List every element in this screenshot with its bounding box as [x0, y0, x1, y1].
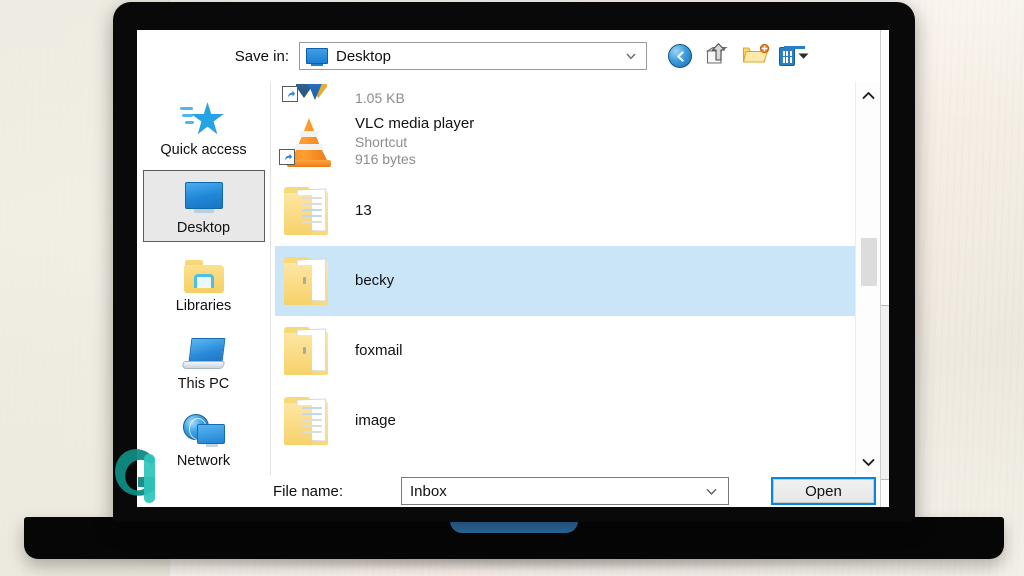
up-folder-arrow-icon	[705, 42, 731, 70]
list-item-text: VLC media player Shortcut 916 bytes	[355, 115, 474, 166]
list-item-text: becky	[355, 272, 394, 289]
dialog-toolbar: Save in: Desktop	[137, 30, 881, 82]
file-list-panel: 1.05 KB VLC media player Shortcut 916 by…	[270, 82, 881, 475]
watermark-logo	[110, 443, 166, 505]
list-item-size: 916 bytes	[355, 150, 416, 167]
list-item[interactable]: VLC media player Shortcut 916 bytes	[275, 106, 855, 176]
sidebar-item-label: This PC	[177, 375, 230, 392]
places-sidebar: Quick access Desktop Libraries This PC N…	[137, 82, 270, 475]
scroll-down-button[interactable]	[856, 449, 882, 475]
list-item-kind: Shortcut	[355, 133, 408, 150]
laptop-computer-icon	[179, 332, 228, 374]
globe-network-icon	[180, 409, 228, 451]
location-combobox[interactable]: Desktop	[299, 42, 647, 70]
location-combobox-value: Desktop	[336, 47, 392, 65]
screenshot-stage: Save in: Desktop Quick access Desktop Li…	[0, 0, 1024, 576]
back-arrow-icon	[668, 44, 692, 68]
file-name-input[interactable]: Inbox	[401, 477, 729, 505]
chevron-down-icon[interactable]	[625, 50, 637, 62]
open-button[interactable]: Open	[771, 477, 876, 505]
scrollbar-track[interactable]	[859, 108, 878, 449]
list-item[interactable]: becky	[275, 246, 855, 316]
dialog-body: Quick access Desktop Libraries This PC N…	[137, 82, 881, 475]
sidebar-item-quick-access[interactable]: Quick access	[143, 92, 265, 164]
list-item-name: 13	[355, 202, 372, 220]
sidebar-item-label: Libraries	[175, 297, 232, 314]
list-item-text: 1.05 KB	[355, 90, 405, 106]
file-list-scrollbar[interactable]	[855, 82, 881, 475]
laptop-drop-shadow	[34, 558, 994, 570]
views-button[interactable]	[779, 41, 809, 71]
caret-down-icon[interactable]	[798, 48, 809, 64]
file-list: 1.05 KB VLC media player Shortcut 916 by…	[271, 82, 855, 475]
folder-icon	[281, 395, 337, 447]
file-name-label: File name:	[273, 482, 344, 500]
list-item[interactable]: image	[275, 386, 855, 456]
views-grid-icon	[779, 46, 795, 66]
open-button-label: Open	[773, 479, 874, 503]
desktop-monitor-icon	[306, 48, 328, 66]
chevron-down-icon	[862, 458, 875, 466]
sidebar-item-label: Desktop	[176, 219, 231, 236]
sidebar-item-label: Network	[176, 453, 231, 470]
shortcut-arrow-icon	[282, 86, 298, 102]
vlc-cone-icon	[279, 115, 337, 167]
sidebar-item-libraries[interactable]: Libraries	[143, 248, 265, 320]
save-in-label: Save in:	[234, 47, 289, 65]
scrollbar-thumb[interactable]	[861, 238, 877, 286]
chevron-down-icon[interactable]	[705, 485, 717, 497]
list-item-text: foxmail	[355, 342, 403, 359]
yellow-folder-library-icon	[181, 254, 227, 296]
folder-icon	[281, 255, 337, 307]
list-item-name: VLC media player	[355, 115, 475, 133]
up-one-level-button[interactable]	[703, 41, 733, 71]
list-item-name: foxmail	[355, 342, 403, 360]
new-folder-icon	[742, 43, 770, 69]
list-item-name: becky	[355, 272, 395, 290]
list-item[interactable]: foxmail	[275, 316, 855, 386]
sidebar-item-this-pc[interactable]: This PC	[143, 325, 265, 397]
dialog-footer: File name: Inbox Open	[137, 475, 881, 507]
blue-star-icon	[179, 98, 228, 140]
list-item-text: 13	[355, 202, 372, 219]
list-item[interactable]: 13	[275, 176, 855, 246]
list-item-size: 1.05 KB	[355, 89, 405, 106]
shortcut-arrow-icon	[279, 149, 295, 165]
scroll-up-button[interactable]	[856, 82, 882, 108]
toolbar-button-group	[665, 41, 809, 71]
new-folder-button[interactable]	[741, 41, 771, 71]
desktop-monitor-icon	[181, 176, 227, 218]
laptop-base	[24, 514, 1004, 559]
window-scrollbar-thumb[interactable]	[881, 305, 889, 480]
sidebar-item-desktop[interactable]: Desktop	[142, 169, 265, 242]
folder-icon	[281, 185, 337, 237]
list-item-text: image	[355, 412, 396, 429]
back-button[interactable]	[665, 41, 695, 71]
app-shortcut-icon	[281, 84, 337, 106]
list-item[interactable]: 1.05 KB	[275, 82, 855, 106]
save-file-dialog: Save in: Desktop Quick access Desktop Li…	[137, 30, 889, 507]
list-item-name: image	[355, 412, 396, 430]
sidebar-item-label: Quick access	[160, 142, 247, 159]
file-name-value: Inbox	[410, 482, 447, 500]
window-scrollbar[interactable]	[880, 30, 889, 507]
folder-icon	[281, 325, 337, 377]
chevron-up-icon	[862, 91, 875, 99]
